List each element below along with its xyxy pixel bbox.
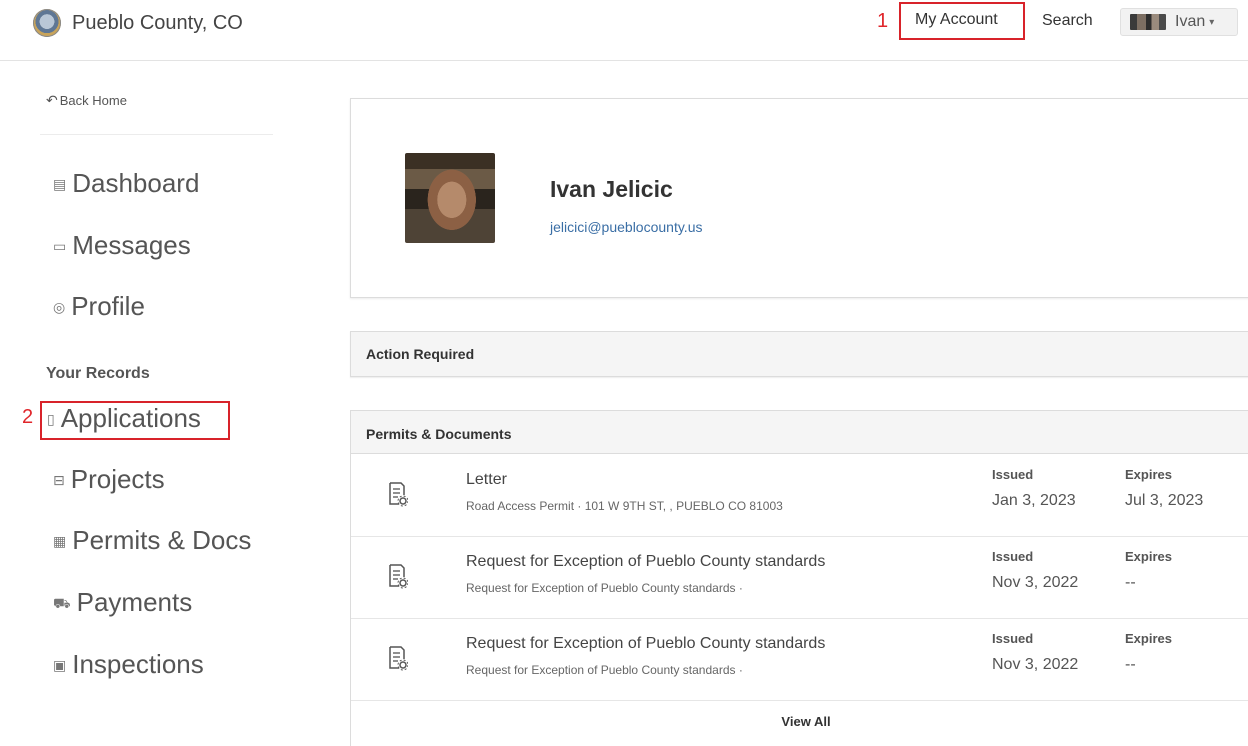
action-required-title: Action Required <box>366 346 475 362</box>
sidebar-item-messages[interactable]: ▭ Messages <box>53 230 191 261</box>
expires-label: Expires <box>1125 467 1172 482</box>
search-link[interactable]: Search <box>1042 12 1093 30</box>
county-seal-icon <box>33 9 61 37</box>
sidebar-item-applications[interactable]: ▯ Applications <box>47 403 201 434</box>
permit-subtitle: Road Access Permit · 101 W 9TH ST, , PUE… <box>466 499 783 513</box>
permit-subtitle: Request for Exception of Pueblo County s… <box>466 663 743 677</box>
sidebar-item-label: Dashboard <box>72 168 200 198</box>
permit-title[interactable]: Request for Exception of Pueblo County s… <box>466 635 825 653</box>
permit-title[interactable]: Letter <box>466 471 507 489</box>
profile-name: Ivan Jelicic <box>550 176 673 202</box>
your-records-heading: Your Records <box>46 365 150 382</box>
permit-subtitle: Request for Exception of Pueblo County s… <box>466 581 743 595</box>
permits-documents-header: Permits & Documents <box>350 410 1248 454</box>
issued-label: Issued <box>992 467 1034 482</box>
inbox-icon: ▭ <box>53 238 67 254</box>
sidebar-divider <box>40 134 273 135</box>
back-arrow-icon: ↶ <box>46 92 58 108</box>
briefcase-icon: ⊟ <box>53 472 65 488</box>
sidebar-item-label: Profile <box>71 291 145 321</box>
document-settings-icon <box>389 564 408 589</box>
profile-card: Ivan Jelicic jelicici@pueblocounty.us <box>350 98 1248 298</box>
user-menu-label: Ivan <box>1175 13 1206 30</box>
sidebar-item-label: Permits & Docs <box>72 525 252 555</box>
back-home-link[interactable]: ↶ Back Home <box>46 92 127 109</box>
expires-date: Jul 3, 2023 <box>1125 492 1204 509</box>
permit-title[interactable]: Request for Exception of Pueblo County s… <box>466 553 825 571</box>
avatar <box>405 153 495 243</box>
user-thumbnail <box>1130 14 1166 30</box>
expires-date: -- <box>1125 656 1136 673</box>
sidebar-item-profile[interactable]: ◎ Profile <box>53 291 145 322</box>
site-name: Pueblo County, CO <box>72 11 243 34</box>
my-account-link[interactable]: My Account <box>915 11 998 29</box>
issued-date: Nov 3, 2022 <box>992 574 1079 591</box>
document-settings-icon <box>389 646 408 671</box>
issued-date: Nov 3, 2022 <box>992 656 1079 673</box>
issued-label: Issued <box>992 631 1034 646</box>
issued-label: Issued <box>992 549 1034 564</box>
permit-row[interactable]: Request for Exception of Pueblo County s… <box>351 536 1248 619</box>
action-required-panel: Action Required <box>350 331 1248 377</box>
issued-date: Jan 3, 2023 <box>992 492 1076 509</box>
sidebar-item-permits-docs[interactable]: ▦ Permits & Docs <box>53 525 251 556</box>
sidebar-item-projects[interactable]: ⊟ Projects <box>53 464 165 495</box>
cart-icon: ⛟ <box>53 595 71 611</box>
sidebar-item-inspections[interactable]: ▣ Inspections <box>53 649 204 680</box>
clipboard-icon: ▣ <box>53 657 67 673</box>
sidebar-item-label: Messages <box>72 230 191 260</box>
expires-label: Expires <box>1125 549 1172 564</box>
file-icon: ▯ <box>47 411 55 427</box>
permit-row[interactable]: Letter Road Access Permit · 101 W 9TH ST… <box>351 454 1248 537</box>
top-navbar: Pueblo County, CO 1 My Account Search Iv… <box>0 0 1248 61</box>
annotation-number-1: 1 <box>877 10 889 32</box>
sidebar-item-label: Inspections <box>72 649 204 679</box>
sidebar-item-label: Projects <box>70 464 165 494</box>
sidebar-item-label: Payments <box>76 587 193 617</box>
expires-date: -- <box>1125 574 1136 591</box>
dashboard-icon: ▤ <box>53 176 67 192</box>
back-home-label: Back Home <box>59 93 127 108</box>
chevron-down-icon: ▾ <box>1209 16 1215 28</box>
document-settings-icon <box>389 482 408 507</box>
user-menu-button[interactable]: Ivan ▾ <box>1120 8 1238 36</box>
permit-row[interactable]: Request for Exception of Pueblo County s… <box>351 618 1248 701</box>
sidebar-item-payments[interactable]: ⛟ Payments <box>53 587 192 618</box>
permits-documents-list: Letter Road Access Permit · 101 W 9TH ST… <box>350 454 1248 746</box>
brand-link[interactable]: Pueblo County, CO <box>33 9 243 37</box>
view-all-link[interactable]: View All <box>351 700 1248 744</box>
expires-label: Expires <box>1125 631 1172 646</box>
permit-icon: ▦ <box>53 533 67 549</box>
user-circle-icon: ◎ <box>53 299 66 315</box>
annotation-number-2: 2 <box>22 406 34 428</box>
profile-email-link[interactable]: jelicici@pueblocounty.us <box>550 219 702 235</box>
sidebar-item-dashboard[interactable]: ▤ Dashboard <box>53 168 199 199</box>
permits-documents-title: Permits & Documents <box>366 426 512 442</box>
sidebar-item-label: Applications <box>60 403 201 433</box>
